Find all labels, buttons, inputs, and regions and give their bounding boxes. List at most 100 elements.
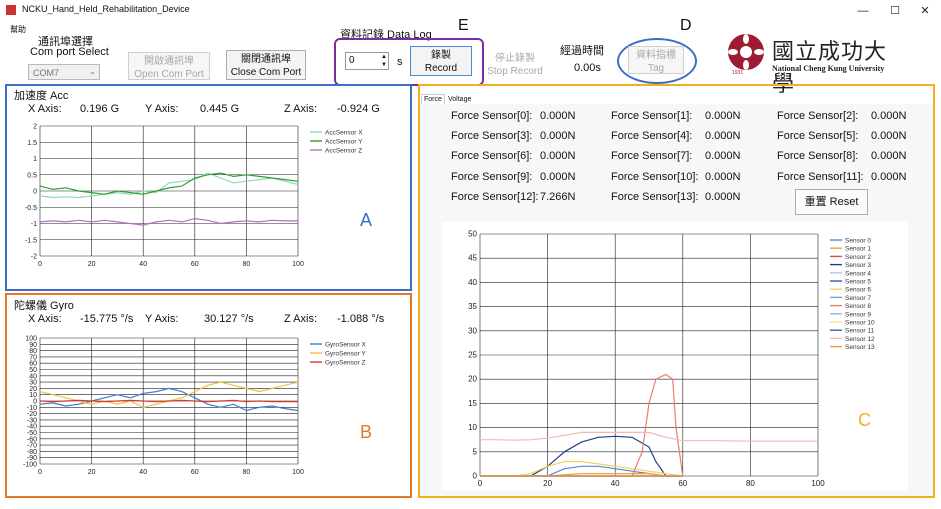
open-com-port-button[interactable]: 開啟通訊埠 Open Com Port: [128, 52, 210, 80]
ncku-seal-icon: [728, 34, 764, 70]
force-legend-label: Sensor 9: [845, 311, 871, 318]
reset-label-zh: 重置: [804, 196, 827, 208]
force-sensor-9-value: 0.000N: [540, 171, 576, 183]
acc-title: 加速度 Acc: [14, 90, 69, 102]
annotation-label-c: C: [858, 410, 871, 430]
force-sensor-0-value: 0.000N: [540, 110, 576, 122]
gyro-z-label: Z Axis:: [284, 313, 318, 325]
elapsed-label: 經過時間: [560, 45, 604, 57]
gyro-ytick-label: 30: [29, 380, 37, 387]
force-legend-label: Sensor 0: [845, 238, 871, 245]
annotation-label-b: B: [360, 422, 373, 442]
comport-selected-value: COM7: [33, 68, 60, 78]
acc-x-value: 0.196 G: [80, 103, 120, 115]
stop-record-button[interactable]: 停止錄製 Stop Record: [486, 50, 544, 77]
stop-record-label-en: Stop Record: [487, 66, 543, 77]
force-xtick-label: 80: [746, 479, 755, 488]
acc-series-2-line: [39, 217, 298, 226]
record-button[interactable]: 錄製 Record: [410, 46, 472, 76]
tag-button[interactable]: 資料指標 Tag: [628, 46, 684, 74]
force-sensor-10-label: Force Sensor[10]:: [611, 171, 699, 183]
acc-legend-label: AccSensor Z: [325, 148, 362, 155]
force-ytick-label: 15: [468, 399, 477, 408]
gyro-ytick-label: -100: [23, 462, 37, 469]
ncku-logo: 1931 國立成功大學 National Cheng Kung Universi…: [722, 28, 894, 97]
force-sensor-8-value: 0.000N: [871, 150, 907, 162]
gyro-ytick-label: -40: [27, 424, 37, 431]
force-ytick-label: 5: [473, 447, 478, 456]
force-sensor-3-label: Force Sensor[3]:: [451, 130, 533, 142]
force-sensor-7-value: 0.000N: [705, 150, 741, 162]
force-xtick-label: 20: [543, 479, 552, 488]
close-com-port-label-en: Close Com Port: [230, 67, 302, 78]
gyro-xtick-label: 100: [292, 469, 304, 476]
gyro-ytick-label: 60: [29, 361, 37, 368]
force-sensor-7-label: Force Sensor[7]:: [611, 150, 693, 162]
force-sensor-1-label: Force Sensor[1]:: [611, 110, 693, 122]
force-xtick-label: 60: [678, 479, 687, 488]
interval-input[interactable]: 0 ▲ ▼: [345, 52, 389, 70]
force-sensor-3-value: 0.000N: [540, 130, 576, 142]
gyro-ytick-label: 10: [29, 392, 37, 399]
gyro-ytick-label: 80: [29, 348, 37, 355]
acc-ytick-label: 1: [33, 156, 37, 163]
force-series-12-line: [480, 431, 818, 442]
force-legend-label: Sensor 3: [845, 262, 871, 269]
force-sensor-2-label: Force Sensor[2]:: [777, 110, 859, 122]
force-sensor-13-label: Force Sensor[13]:: [611, 191, 699, 203]
comport-title-en: Com port Select: [30, 46, 109, 58]
acc-ytick-label: -1.5: [25, 237, 37, 244]
gyro-ytick-label: 100: [25, 336, 37, 343]
tab-voltage[interactable]: Voltage: [446, 95, 473, 104]
acc-xtick-label: 80: [243, 261, 251, 268]
acc-xtick-label: 0: [38, 261, 42, 268]
comport-select[interactable]: COM7 ⌄: [28, 64, 100, 80]
force-xtick-label: 40: [611, 479, 620, 488]
record-label-en: Record: [424, 63, 458, 74]
force-xtick-label: 100: [811, 479, 825, 488]
force-sensor-12-value: 7.266N: [540, 191, 576, 203]
force-sensor-5-label: Force Sensor[5]:: [777, 130, 859, 142]
record-label-zh: 錄製: [431, 50, 451, 61]
acc-ytick-label: -0.5: [25, 205, 37, 212]
open-com-port-label-zh: 開啟通訊埠: [144, 56, 194, 67]
force-legend-label: Sensor 5: [845, 279, 871, 286]
gyro-x-label: X Axis:: [28, 313, 62, 325]
spinner-icon[interactable]: ▲ ▼: [381, 53, 387, 69]
force-legend-label: Sensor 10: [845, 320, 875, 327]
force-legend-label: Sensor 11: [845, 328, 875, 335]
gyro-legend-label: GyroSensor X: [325, 342, 366, 349]
annotation-label-e: E: [458, 17, 469, 34]
maximize-button[interactable]: ☐: [880, 2, 910, 20]
gyro-ytick-label: -20: [27, 411, 37, 418]
reset-button[interactable]: 重置 Reset: [795, 189, 868, 215]
acc-y-value: 0.445 G: [200, 103, 240, 115]
close-window-button[interactable]: ✕: [910, 2, 940, 20]
tag-label-en: Tag: [647, 63, 665, 74]
force-legend-label: Sensor 12: [845, 336, 875, 343]
menu-help[interactable]: 幫助: [10, 24, 26, 35]
gyro-xtick-label: 0: [38, 469, 42, 476]
annotation-label-d: D: [680, 17, 692, 34]
reset-label-en: Reset: [829, 196, 859, 208]
tab-force[interactable]: Force: [421, 94, 445, 104]
close-com-port-button[interactable]: 關閉通訊埠 Close Com Port: [226, 50, 306, 80]
force-ytick-label: 10: [468, 423, 477, 432]
gyro-ytick-label: 50: [29, 367, 37, 374]
interval-unit: s: [397, 56, 403, 68]
acc-legend-label: AccSensor X: [325, 130, 363, 137]
gyro-xtick-label: 60: [191, 469, 199, 476]
acc-ytick-label: 0: [33, 189, 37, 196]
force-sensor-10-value: 0.000N: [705, 171, 741, 183]
annotation-label-a: A: [360, 210, 373, 230]
gyro-ytick-label: -70: [27, 443, 37, 450]
open-com-port-label-en: Open Com Port: [134, 69, 204, 80]
window-title: NCKU_Hand_Held_Rehabilitation_Device: [22, 4, 190, 14]
force-legend-label: Sensor 1: [845, 246, 871, 253]
acc-chart: -2 -1.5 -1 -0.5 0 0.5 1 1.5 2 0 20 40 60 80 100 AccSens…: [18, 118, 404, 270]
acc-ytick-label: 2: [33, 124, 37, 131]
force-legend-label: Sensor 2: [845, 254, 871, 261]
minimize-button[interactable]: —: [848, 2, 878, 20]
interval-value: 0: [349, 55, 355, 66]
gyro-ytick-label: 90: [29, 342, 37, 349]
